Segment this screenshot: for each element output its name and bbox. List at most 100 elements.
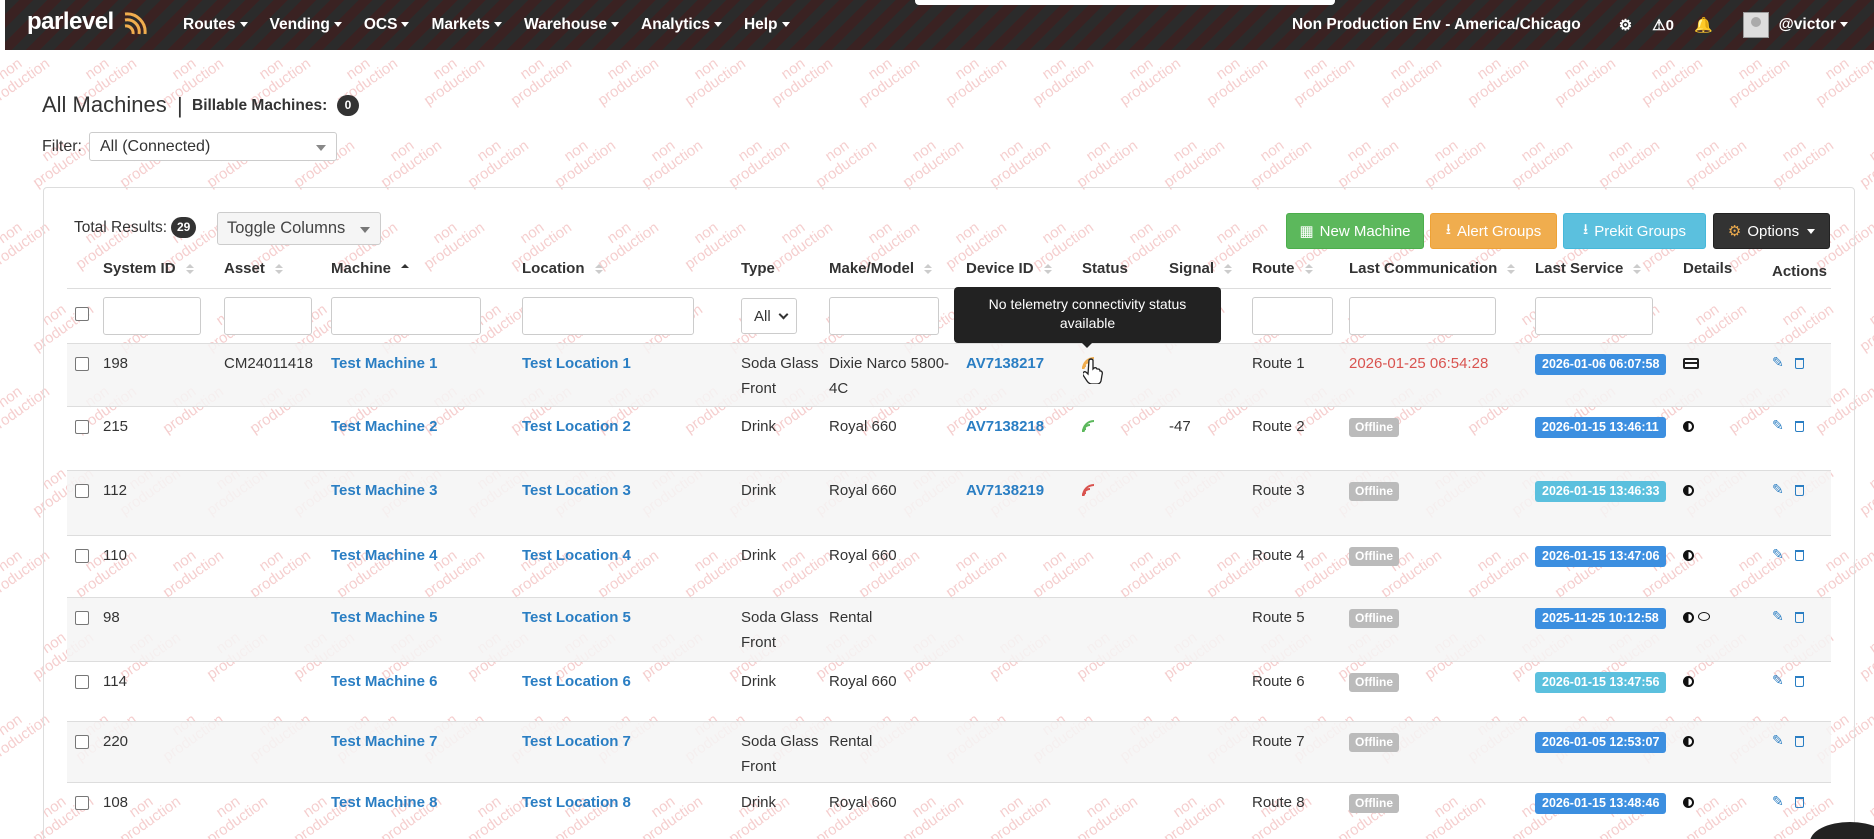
half-circle-icon[interactable]: [1683, 736, 1694, 747]
half-circle-icon[interactable]: [1683, 485, 1694, 496]
machine-link[interactable]: Test Machine 8: [331, 790, 437, 815]
col-signal[interactable]: Signal: [1169, 260, 1233, 277]
edit-icon[interactable]: ✎: [1772, 354, 1784, 371]
gear-icon[interactable]: ⚙: [1619, 16, 1632, 34]
new-machine-button[interactable]: ▦ New Machine: [1286, 213, 1424, 249]
asset-filter[interactable]: [224, 297, 312, 335]
edit-icon[interactable]: ✎: [1772, 672, 1784, 689]
menu-help[interactable]: Help: [744, 16, 790, 34]
machine-filter[interactable]: [331, 297, 481, 335]
type-filter-select[interactable]: All: [741, 298, 797, 334]
row-checkbox[interactable]: [75, 796, 89, 810]
watermark-tile: nonproduction: [1290, 54, 1358, 110]
half-circle-icon[interactable]: [1683, 550, 1694, 561]
machine-link[interactable]: Test Machine 2: [331, 414, 437, 439]
location-filter[interactable]: [522, 297, 694, 335]
trash-icon[interactable]: [1795, 485, 1804, 496]
table-icon: ▦: [1299, 223, 1314, 240]
col-device-id[interactable]: Device ID: [966, 260, 1052, 277]
half-circle-icon[interactable]: [1683, 676, 1694, 687]
half-circle-icon[interactable]: [1683, 797, 1694, 808]
row-checkbox[interactable]: [75, 549, 89, 563]
row-checkbox[interactable]: [75, 357, 89, 371]
bell-icon[interactable]: 🔔: [1694, 16, 1713, 34]
machine-link[interactable]: Test Machine 1: [331, 351, 437, 376]
trash-icon[interactable]: [1795, 736, 1804, 747]
menu-analytics[interactable]: Analytics: [641, 16, 722, 34]
row-checkbox[interactable]: [75, 675, 89, 689]
menu-routes[interactable]: Routes: [183, 16, 248, 34]
col-route[interactable]: Route: [1252, 260, 1313, 277]
alert-groups-button[interactable]: ⭳ Alert Groups: [1430, 213, 1557, 249]
row-checkbox[interactable]: [75, 735, 89, 749]
machine-link[interactable]: Test Machine 5: [331, 605, 437, 630]
row-checkbox[interactable]: [75, 611, 89, 625]
avatar[interactable]: [1742, 12, 1769, 38]
comment-icon[interactable]: [1698, 612, 1710, 621]
filter-select[interactable]: All (Connected): [89, 132, 337, 161]
location-link[interactable]: Test Location 1: [522, 351, 631, 376]
col-location[interactable]: Location: [522, 260, 603, 277]
row-checkbox[interactable]: [75, 484, 89, 498]
last-communication-filter[interactable]: [1349, 297, 1496, 335]
device-id-link[interactable]: AV7138218: [966, 414, 1044, 439]
alerts-button[interactable]: ⚠0: [1652, 16, 1674, 34]
location-link[interactable]: Test Location 2: [522, 414, 631, 439]
rss-status-icon[interactable]: [1082, 420, 1094, 432]
watermark-tile: nonproduction: [1856, 136, 1874, 192]
machine-link[interactable]: Test Machine 3: [331, 478, 437, 503]
parlevel-logo[interactable]: parlevel: [27, 8, 114, 36]
edit-icon[interactable]: ✎: [1772, 481, 1784, 498]
make-model-cell: 4C: [829, 380, 849, 397]
edit-icon[interactable]: ✎: [1772, 417, 1784, 434]
options-label: Options: [1747, 222, 1800, 240]
half-circle-icon[interactable]: [1683, 421, 1694, 432]
location-link[interactable]: Test Location 4: [522, 543, 631, 568]
menu-vending[interactable]: Vending: [270, 16, 342, 34]
credit-card-icon[interactable]: [1683, 358, 1699, 369]
machine-link[interactable]: Test Machine 7: [331, 729, 437, 754]
menu-warehouse[interactable]: Warehouse: [524, 16, 619, 34]
half-circle-icon[interactable]: [1683, 612, 1694, 623]
toggle-columns-button[interactable]: Toggle Columns: [217, 212, 381, 245]
select-all-checkbox[interactable]: [75, 307, 89, 321]
trash-icon[interactable]: [1795, 550, 1804, 561]
location-link[interactable]: Test Location 6: [522, 669, 631, 694]
trash-icon[interactable]: [1795, 421, 1804, 432]
col-make-model[interactable]: Make/Model: [829, 260, 933, 277]
row-checkbox[interactable]: [75, 420, 89, 434]
last-service-filter[interactable]: [1535, 297, 1653, 335]
col-machine[interactable]: Machine: [331, 260, 410, 277]
route-filter[interactable]: [1252, 297, 1333, 335]
rss-status-icon[interactable]: [1082, 484, 1094, 496]
user-menu[interactable]: @victor: [1779, 16, 1848, 34]
col-asset[interactable]: Asset: [224, 260, 283, 277]
location-link[interactable]: Test Location 5: [522, 605, 631, 630]
edit-icon[interactable]: ✎: [1772, 546, 1784, 563]
trash-icon[interactable]: [1795, 676, 1804, 687]
menu-markets[interactable]: Markets: [431, 16, 502, 34]
route-cell: Route 4: [1252, 547, 1305, 564]
device-id-link[interactable]: AV7138217: [966, 351, 1044, 376]
machine-link[interactable]: Test Machine 6: [331, 669, 437, 694]
edit-icon[interactable]: ✎: [1772, 732, 1784, 749]
make-model-filter[interactable]: [829, 297, 939, 335]
sort-icon: [1507, 263, 1516, 275]
prekit-groups-button[interactable]: ⭳ Prekit Groups: [1563, 213, 1706, 249]
machine-link[interactable]: Test Machine 4: [331, 543, 437, 568]
edit-icon[interactable]: ✎: [1772, 793, 1784, 810]
location-link[interactable]: Test Location 8: [522, 790, 631, 815]
col-system-id[interactable]: System ID: [103, 260, 194, 277]
location-link[interactable]: Test Location 3: [522, 478, 631, 503]
menu-ocs[interactable]: OCS: [364, 16, 410, 34]
col-last-communication[interactable]: Last Communication: [1349, 260, 1516, 277]
edit-icon[interactable]: ✎: [1772, 608, 1784, 625]
device-id-link[interactable]: AV7138219: [966, 478, 1044, 503]
location-link[interactable]: Test Location 7: [522, 729, 631, 754]
trash-icon[interactable]: [1795, 358, 1804, 369]
options-button[interactable]: ⚙ Options: [1713, 213, 1830, 249]
trash-icon[interactable]: [1795, 797, 1804, 808]
system-id-filter[interactable]: [103, 297, 201, 335]
trash-icon[interactable]: [1795, 612, 1804, 623]
col-last-service[interactable]: Last Service: [1535, 260, 1642, 277]
